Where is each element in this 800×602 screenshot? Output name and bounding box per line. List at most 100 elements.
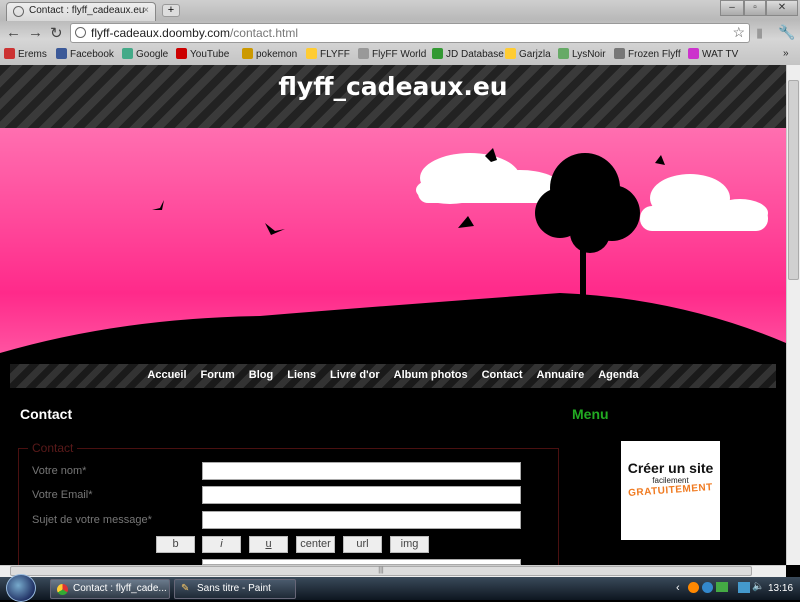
site-nav: Accueil Forum Blog Liens Livre d'or Album pho… xyxy=(10,364,776,388)
close-tab-icon[interactable]: × xyxy=(143,5,149,16)
bookmark-icon xyxy=(505,48,516,59)
globe-icon xyxy=(13,6,24,17)
back-icon[interactable]: ← xyxy=(6,24,21,41)
subject-label: Sujet de votre message* xyxy=(32,514,152,526)
address-bar[interactable]: flyff-cadeaux.doomby.com/contact.html ☆ xyxy=(70,23,750,43)
banner-image xyxy=(0,128,786,364)
bookmark-wat-tv[interactable]: WAT TV xyxy=(688,48,738,60)
bookmark-label: Garjzla xyxy=(519,49,551,60)
url-button[interactable]: url xyxy=(343,536,382,553)
email-label: Votre Email* xyxy=(32,489,93,501)
clock[interactable]: 13:16 xyxy=(768,583,793,594)
content-title: Contact xyxy=(20,406,73,422)
italic-button[interactable]: i xyxy=(202,536,241,553)
url-host: flyff-cadeaux.doomby.com xyxy=(91,26,230,40)
paint-icon: ✎ xyxy=(181,583,190,594)
ad-line1: Créer un site xyxy=(627,460,714,476)
task-paint[interactable]: ✎ Sans titre - Paint xyxy=(174,579,296,599)
tray-expand-icon[interactable]: ‹ xyxy=(676,582,680,594)
nav-item-blog[interactable]: Blog xyxy=(249,369,273,381)
bookmark-pokemon[interactable]: pokemon xyxy=(242,48,297,60)
bookmark-icon xyxy=(558,48,569,59)
name-input[interactable] xyxy=(202,462,521,480)
network-icon[interactable] xyxy=(738,582,750,593)
bookmark-label: Frozen Flyff xyxy=(628,49,681,60)
forward-icon[interactable]: → xyxy=(28,24,43,41)
close-window-button[interactable]: ✕ xyxy=(766,0,798,16)
task-label: Sans titre - Paint xyxy=(197,583,271,594)
bookmark-icon xyxy=(306,48,317,59)
volume-icon[interactable]: 🔈 xyxy=(752,581,764,592)
img-button[interactable]: img xyxy=(390,536,429,553)
bookmark-google[interactable]: Google xyxy=(122,48,168,60)
bookmark-icon xyxy=(688,48,699,59)
bookmark-erems[interactable]: Erems xyxy=(4,48,47,60)
subject-input[interactable] xyxy=(202,511,521,529)
nav-item-annuaire[interactable]: Annuaire xyxy=(537,369,585,381)
bookmark-icon xyxy=(122,48,133,59)
bookmark-label: LysNoir xyxy=(572,49,606,60)
browser-tab[interactable]: Contact : flyff_cadeaux.eu × xyxy=(6,2,156,21)
start-button[interactable] xyxy=(6,574,36,602)
new-tab-button[interactable]: + xyxy=(162,4,180,17)
bookmarks-overflow[interactable]: » xyxy=(783,48,789,59)
bookmark-jd-database[interactable]: JD Database xyxy=(432,48,504,60)
fieldset-legend: Contact xyxy=(28,441,78,455)
nav-item-contact[interactable]: Contact xyxy=(482,369,523,381)
nav-item-album-photos[interactable]: Album photos xyxy=(394,369,468,381)
maximize-button[interactable]: ▫ xyxy=(744,0,766,16)
bookmark-label: FLYFF xyxy=(320,49,350,60)
task-chrome[interactable]: Contact : flyff_cade... xyxy=(50,579,170,599)
wrench-icon[interactable]: 🔧 xyxy=(778,24,795,41)
tray-app-icon[interactable] xyxy=(688,582,699,593)
bookmark-label: YouTube xyxy=(190,49,230,60)
reload-icon[interactable]: ↻ xyxy=(50,24,63,42)
bookmark-star-icon[interactable]: ☆ xyxy=(732,24,745,41)
bookmark-flyff-world[interactable]: FlyFF World xyxy=(358,48,426,60)
bookmark-youtube[interactable]: YouTube xyxy=(176,48,229,60)
menu-title: Menu xyxy=(572,406,609,422)
bookmark-icon xyxy=(614,48,625,59)
bookmark-label: Erems xyxy=(18,49,47,60)
bookmark-frozen-flyff[interactable]: Frozen Flyff xyxy=(614,48,681,60)
bookmark-label: JD Database xyxy=(446,49,504,60)
bookmark-lysnoir[interactable]: LysNoir xyxy=(558,48,606,60)
signal-icon[interactable]: ▮ xyxy=(756,25,763,41)
vertical-scroll-thumb[interactable] xyxy=(788,80,799,280)
bookmark-icon xyxy=(358,48,369,59)
nav-item-agenda[interactable]: Agenda xyxy=(598,369,638,381)
chrome-icon xyxy=(57,584,68,595)
email-input[interactable] xyxy=(202,486,521,504)
nav-item-livre-d-or[interactable]: Livre d'or xyxy=(330,369,380,381)
underline-button[interactable]: u xyxy=(249,536,288,553)
minimize-button[interactable]: – xyxy=(720,0,744,16)
bookmark-label: FlyFF World xyxy=(372,49,427,60)
globe-icon xyxy=(75,27,86,38)
bookmark-label: Google xyxy=(136,49,169,60)
create-site-ad[interactable]: Créer un site facilement GRATUITEMENT xyxy=(621,441,720,540)
name-label: Votre nom* xyxy=(32,465,87,477)
tray-monitor-icon[interactable] xyxy=(716,582,728,592)
url-path: /contact.html xyxy=(229,26,298,40)
site-title[interactable]: flyff_cadeaux.eu xyxy=(0,72,786,101)
bookmark-facebook[interactable]: Facebook xyxy=(56,48,114,60)
bookmark-icon xyxy=(432,48,443,59)
bookmark-icon xyxy=(242,48,253,59)
tray-app-icon[interactable] xyxy=(702,582,713,593)
bookmark-garjzla[interactable]: Garjzla xyxy=(505,48,551,60)
bookmark-icon xyxy=(4,48,15,59)
bookmark-label: Facebook xyxy=(70,49,114,60)
bookmark-icon xyxy=(176,48,187,59)
bold-button[interactable]: b xyxy=(156,536,195,553)
nav-item-forum[interactable]: Forum xyxy=(201,369,235,381)
task-label: Contact : flyff_cade... xyxy=(73,583,167,594)
center-button[interactable]: center xyxy=(296,536,335,553)
bookmark-label: WAT TV xyxy=(702,49,739,60)
bookmark-label: pokemon xyxy=(256,49,298,60)
bookmark-icon xyxy=(56,48,67,59)
nav-item-accueil[interactable]: Accueil xyxy=(147,369,186,381)
nav-item-liens[interactable]: Liens xyxy=(287,369,316,381)
tab-title: Contact : flyff_cadeaux.eu xyxy=(29,5,145,16)
horizontal-scroll-thumb[interactable]: ||| xyxy=(10,566,752,576)
bookmark-flyff[interactable]: FLYFF xyxy=(306,48,350,60)
